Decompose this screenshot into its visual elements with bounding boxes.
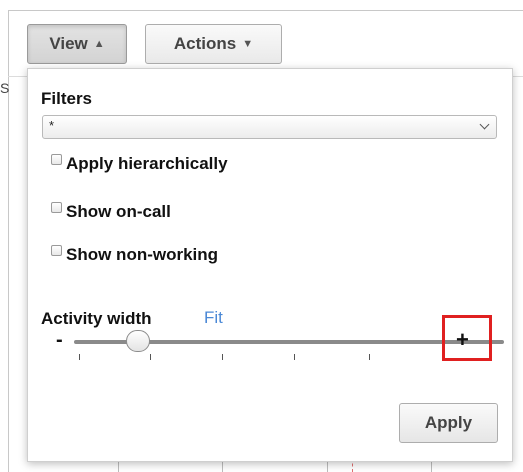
slider-tick — [369, 354, 370, 360]
apply-hierarchically-checkbox[interactable] — [51, 154, 62, 165]
slider-tick — [294, 354, 295, 360]
activity-width-label: Activity width — [41, 309, 152, 328]
slider-tick — [150, 354, 151, 360]
show-on-call-checkbox[interactable] — [51, 202, 62, 213]
apply-button[interactable]: Apply — [399, 403, 498, 443]
show-non-working-label: Show non-working — [66, 245, 219, 264]
show-on-call-option[interactable]: Show on-call — [51, 202, 171, 222]
apply-hierarchically-option[interactable]: Apply hierarchically — [51, 154, 228, 174]
filters-label: Filters — [41, 89, 93, 108]
filter-select-value: * — [49, 118, 55, 133]
slider-tick — [79, 354, 80, 360]
caret-up-icon: ▲ — [93, 38, 105, 50]
page-edge-text: S — [0, 80, 10, 96]
show-non-working-checkbox[interactable] — [51, 245, 62, 256]
highlight-box — [442, 315, 492, 361]
slider-tick — [222, 354, 223, 360]
view-button[interactable]: View ▲ — [27, 24, 127, 64]
apply-hierarchically-label: Apply hierarchically — [66, 154, 228, 173]
actions-button-label: Actions — [173, 34, 237, 53]
caret-down-icon: ▼ — [242, 38, 254, 50]
fit-link[interactable]: Fit — [204, 308, 223, 328]
show-on-call-label: Show on-call — [66, 202, 171, 221]
screen: S View ▲ Actions ▼ Filters * Apply hiera… — [0, 0, 523, 472]
view-button-label: View — [49, 34, 88, 53]
view-dropdown-panel: Filters * Apply hierarchically Show on-c… — [27, 68, 513, 462]
slider-min-label: - — [56, 329, 63, 351]
show-non-working-option[interactable]: Show non-working — [51, 245, 218, 265]
page-frame-top — [8, 10, 523, 11]
chevron-down-icon — [479, 119, 490, 130]
actions-button[interactable]: Actions ▼ — [145, 24, 282, 64]
activity-width-slider-handle[interactable] — [126, 330, 150, 352]
filter-select[interactable]: * — [42, 115, 497, 139]
